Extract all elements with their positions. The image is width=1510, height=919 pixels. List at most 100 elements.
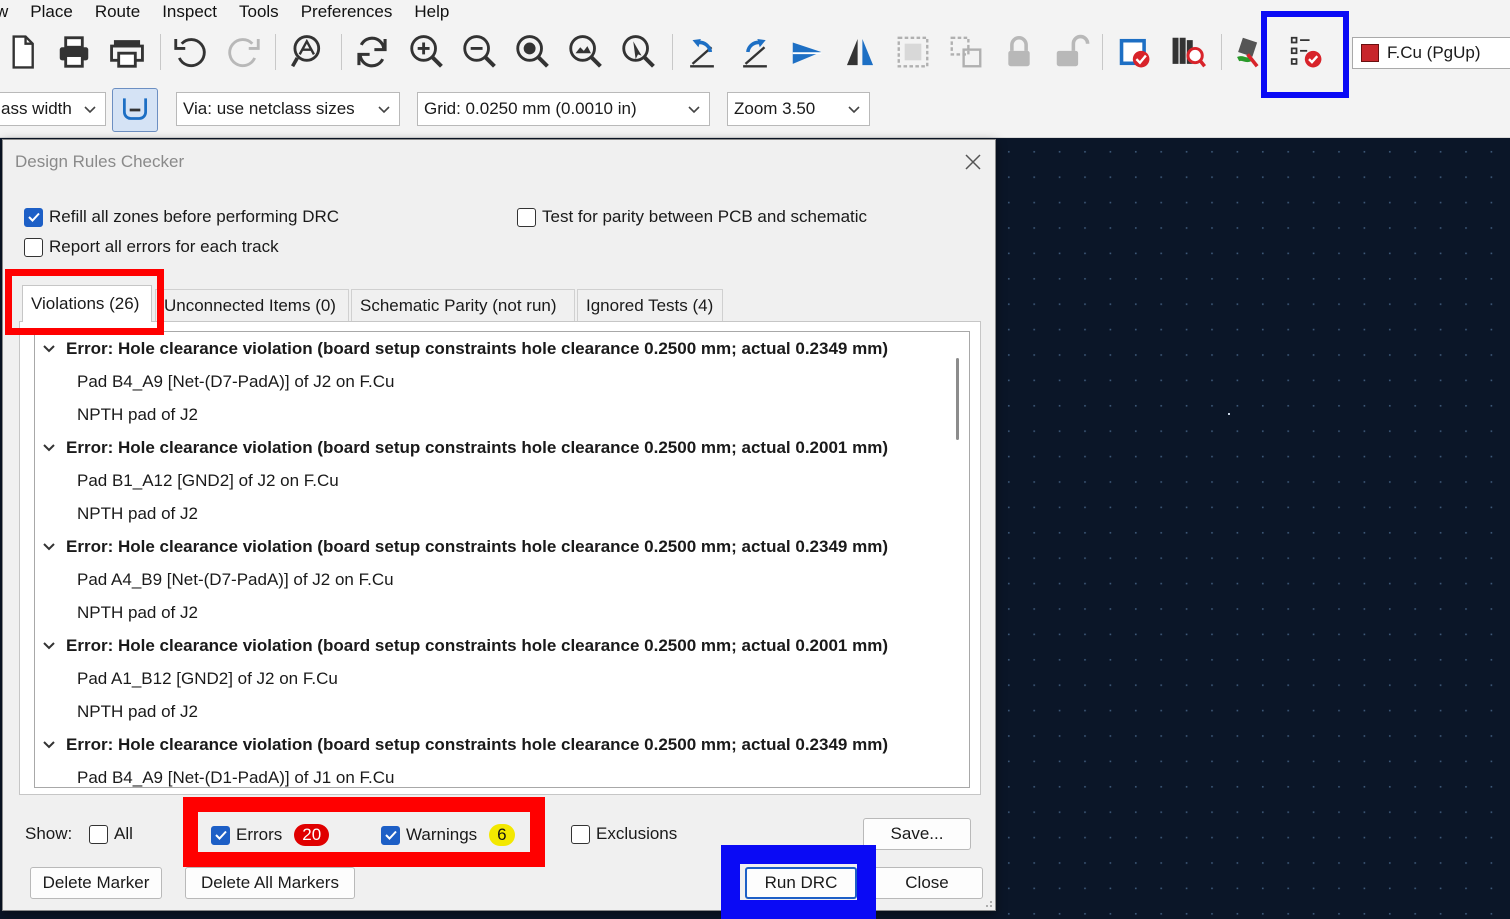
scrollbar-thumb[interactable] — [956, 358, 959, 440]
via-size-select[interactable]: Via: use netclass sizes — [176, 92, 400, 126]
violation-item[interactable]: NPTH pad of J2 — [35, 398, 969, 431]
chevron-down-icon[interactable] — [41, 737, 57, 753]
highlight-violations-tab — [5, 269, 164, 335]
violations-panel: Error: Hole clearance violation (board s… — [19, 321, 981, 795]
delete-all-markers-button[interactable]: Delete All Markers — [185, 867, 355, 899]
violation-item[interactable]: NPTH pad of J2 — [35, 596, 969, 629]
unlock-icon[interactable] — [1049, 30, 1093, 74]
test-parity-checkbox[interactable] — [517, 207, 536, 227]
chevron-down-icon[interactable] — [41, 539, 57, 555]
violation-text: Error: Hole clearance violation (board s… — [66, 338, 888, 358]
menu-preferences[interactable]: Preferences — [290, 2, 404, 22]
redo-icon[interactable] — [222, 30, 266, 74]
track-width-value: ass width — [1, 99, 72, 118]
find-icon[interactable] — [286, 30, 330, 74]
menu-inspect[interactable]: Inspect — [151, 2, 228, 22]
auto-track-width-button[interactable] — [112, 88, 158, 132]
show-all-checkbox[interactable] — [89, 824, 108, 844]
track-width-select[interactable]: ass width — [0, 92, 106, 126]
violation-item[interactable]: NPTH pad of J2 — [35, 695, 969, 728]
zoom-value: Zoom 3.50 — [734, 99, 816, 118]
tab-ignored-tests[interactable]: Ignored Tests (4) — [577, 289, 723, 322]
show-exclusions-label: Exclusions — [596, 824, 678, 843]
report-all-track-errors-option[interactable]: Report all errors for each track — [24, 237, 279, 257]
zoom-selection-icon[interactable] — [616, 30, 660, 74]
menu-help[interactable]: Help — [403, 2, 460, 22]
violation-item[interactable]: Pad B4_A9 [Net-(D7-PadA)] of J2 on F.Cu — [35, 365, 969, 398]
violation-text: Error: Hole clearance violation (board s… — [66, 635, 888, 655]
show-exclusions-option[interactable]: Exclusions — [571, 824, 677, 844]
delete-marker-button[interactable]: Delete Marker — [30, 867, 162, 899]
violation-row[interactable]: Error: Hole clearance violation (board s… — [35, 728, 969, 761]
layer-selector[interactable]: F.Cu (PgUp) — [1352, 37, 1510, 69]
violation-row[interactable]: Error: Hole clearance violation (board s… — [35, 530, 969, 563]
via-size-value: Via: use netclass sizes — [183, 99, 355, 118]
close-button[interactable]: Close — [871, 867, 983, 899]
plot-icon[interactable] — [105, 30, 149, 74]
zoom-fit-icon[interactable] — [510, 30, 554, 74]
menu-place[interactable]: Place — [19, 2, 84, 22]
save-button[interactable]: Save... — [863, 818, 971, 850]
refill-zones-checkbox[interactable] — [24, 207, 43, 227]
report-all-track-errors-label: Report all errors for each track — [49, 237, 279, 256]
violation-item[interactable]: Pad B4_A9 [Net-(D1-PadA)] of J1 on F.Cu — [35, 761, 969, 787]
chevron-down-icon — [378, 106, 390, 114]
menu-route[interactable]: Route — [84, 2, 151, 22]
zoom-in-icon[interactable] — [404, 30, 448, 74]
zoom-objects-icon[interactable] — [563, 30, 607, 74]
mirror-icon[interactable] — [838, 30, 882, 74]
footprint-browser-icon[interactable] — [1166, 30, 1210, 74]
tab-schematic-parity[interactable]: Schematic Parity (not run) — [351, 289, 575, 322]
show-all-label: All — [114, 824, 133, 843]
test-parity-label: Test for parity between PCB and schemati… — [542, 207, 868, 226]
undo-icon[interactable] — [168, 30, 212, 74]
ungroup-icon[interactable] — [944, 30, 988, 74]
zoom-out-icon[interactable] — [457, 30, 501, 74]
test-parity-option[interactable]: Test for parity between PCB and schemati… — [517, 207, 867, 227]
violation-item[interactable]: Pad A4_B9 [Net-(D7-PadA)] of J2 on F.Cu — [35, 563, 969, 596]
chevron-down-icon — [688, 106, 700, 114]
chevron-down-icon[interactable] — [41, 638, 57, 654]
tab-unconnected-items[interactable]: Unconnected Items (0) — [155, 289, 349, 322]
menu-tools[interactable]: Tools — [228, 2, 290, 22]
flip-icon[interactable] — [785, 30, 829, 74]
pcb-canvas[interactable] — [996, 139, 1510, 919]
menu-view[interactable]: w — [0, 2, 19, 22]
lock-icon[interactable] — [997, 30, 1041, 74]
highlight-run-drc-button — [721, 845, 876, 919]
violation-text: Error: Hole clearance violation (board s… — [66, 536, 888, 556]
show-all-option[interactable]: All — [89, 824, 133, 844]
violation-row[interactable]: Error: Hole clearance violation (board s… — [35, 629, 969, 662]
group-icon[interactable] — [891, 30, 935, 74]
show-exclusions-checkbox[interactable] — [571, 824, 590, 844]
report-all-track-errors-checkbox[interactable] — [24, 237, 43, 257]
violation-item[interactable]: Pad A1_B12 [GND2] of J2 on F.Cu — [35, 662, 969, 695]
violation-text: Error: Hole clearance violation (board s… — [66, 734, 888, 754]
zoom-select[interactable]: Zoom 3.50 — [727, 92, 870, 126]
print-icon[interactable] — [52, 30, 96, 74]
new-board-icon[interactable] — [0, 30, 44, 74]
resize-grip-icon[interactable] — [981, 896, 993, 908]
chevron-down-icon[interactable] — [41, 440, 57, 456]
grid-select[interactable]: Grid: 0.0250 mm (0.0010 in) — [417, 92, 710, 126]
violation-item[interactable]: Pad B1_A12 [GND2] of J2 on F.Cu — [35, 464, 969, 497]
chevron-down-icon[interactable] — [41, 341, 57, 357]
refresh-icon[interactable] — [350, 30, 394, 74]
show-label: Show: — [25, 824, 73, 843]
violation-item[interactable]: NPTH pad of J2 — [35, 497, 969, 530]
update-pcb-icon[interactable] — [1112, 30, 1156, 74]
chevron-down-icon — [848, 106, 860, 114]
violations-tree[interactable]: Error: Hole clearance violation (board s… — [34, 331, 970, 788]
highlight-errors-warnings — [183, 797, 545, 867]
chevron-down-icon — [84, 106, 96, 114]
refill-zones-option[interactable]: Refill all zones before performing DRC — [24, 207, 339, 227]
rotate-cw-icon[interactable] — [733, 30, 777, 74]
layer-color-swatch — [1361, 44, 1379, 62]
drc-dialog: Design Rules Checker Refill all zones be… — [2, 139, 996, 911]
rotate-ccw-icon[interactable] — [680, 30, 724, 74]
violation-row[interactable]: Error: Hole clearance violation (board s… — [35, 332, 969, 365]
grid-value: Grid: 0.0250 mm (0.0010 in) — [424, 99, 637, 118]
close-icon[interactable] — [963, 152, 983, 172]
dialog-title: Design Rules Checker — [15, 152, 185, 171]
violation-row[interactable]: Error: Hole clearance violation (board s… — [35, 431, 969, 464]
